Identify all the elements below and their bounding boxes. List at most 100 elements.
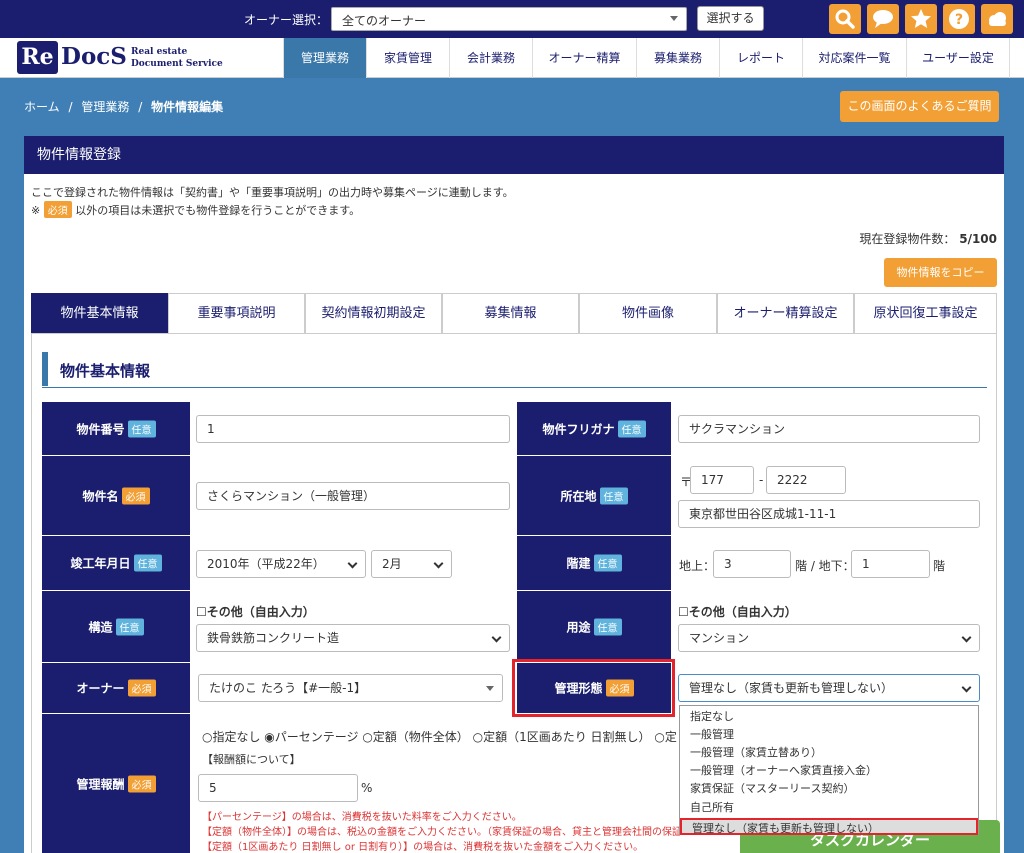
logo-subtitle-1: Real estate [131, 47, 188, 57]
nav-report[interactable]: レポート [719, 38, 802, 78]
fee-unit: % [361, 781, 373, 795]
breadcrumb-current: 物件情報編集 [151, 100, 224, 114]
bukken-name-input[interactable]: さくらマンション（一般管理） [196, 482, 510, 510]
fee-amount-input[interactable]: 5 [198, 774, 358, 802]
owner-select-label: オーナー選択： [244, 13, 329, 27]
label-floors: 階建 任意 [517, 536, 671, 590]
chevron-down-icon [670, 16, 678, 21]
main-header: Re DocS Real estate Document Service 管理業… [0, 38, 1024, 78]
help-icon[interactable]: ? [943, 4, 975, 34]
tab-owner-seisan[interactable]: オーナー精算設定 [717, 293, 854, 333]
owner-select[interactable]: 全てのオーナー [331, 7, 687, 31]
note-text: 以外の項目は未選択でも物件登録を行うことができます。 [75, 204, 361, 217]
nav-yachin-kanri[interactable]: 家賃管理 [366, 38, 449, 78]
tab-basic-info[interactable]: 物件基本情報 [31, 293, 168, 333]
breadcrumb-kanri[interactable]: 管理業務 [81, 100, 129, 114]
fee-type-radios[interactable]: ○指定なし ◉パーセンテージ ○定額（物件全体） ○定額（1区画あたり 日割無し… [202, 728, 680, 745]
top-bar: オーナー選択： 全てのオーナー 選択する ? [0, 0, 1024, 38]
label-text: 物件番号 [76, 422, 125, 436]
label-text: 所在地 [560, 489, 597, 503]
registered-count: 現在登録物件数： 5/100 [859, 230, 997, 247]
usage-other-checkbox[interactable]: ☐その他（自由入力） [678, 603, 797, 620]
nav-owner-seisan[interactable]: オーナー精算 [532, 38, 636, 78]
mgmt-option[interactable]: 一般管理（家賃立替あり） [690, 744, 822, 760]
mgmt-type-select[interactable]: 管理なし（家賃も更新も管理しない） [678, 674, 980, 702]
address-input[interactable]: 東京都世田谷区成城1-11-1 [678, 500, 980, 528]
chevron-down-icon [961, 632, 972, 643]
mgmt-option-selected[interactable]: 管理なし（家賃も更新も管理しない） [680, 818, 978, 835]
nav-user-settings[interactable]: ユーザー設定 [906, 38, 1010, 78]
count-label: 現在登録物件数： [859, 232, 956, 246]
label-furigana: 物件フリガナ 任意 [517, 402, 671, 455]
fee-note-fixed-unit: 【定額（1区画あたり 日割無し or 日割有り）】の場合は、消費税を抜いた金額を… [202, 842, 644, 853]
usage-select[interactable]: マンション [678, 624, 980, 652]
tab-boshu-info[interactable]: 募集情報 [442, 293, 579, 333]
nav-taiou-anken[interactable]: 対応案件一覧 [802, 38, 906, 78]
section-bar [42, 352, 48, 386]
mgmt-option[interactable]: 家賃保証（マスターリース契約） [690, 780, 854, 796]
label-text: 構造 [88, 620, 113, 634]
usage-value: マンション [689, 631, 750, 645]
mgmt-option[interactable]: 一般管理 [690, 726, 734, 742]
tab-keiyaku-shoki[interactable]: 契約情報初期設定 [305, 293, 442, 333]
chevron-down-icon [486, 686, 494, 691]
label-bukken-name: 物件名 必須 [42, 456, 190, 535]
furigana-input[interactable]: サクラマンション [678, 415, 980, 443]
label-built-date: 竣工年月日 任意 [42, 536, 190, 590]
floors-suffix: 階 [933, 559, 946, 573]
built-year-value: 2010年（平成22年） [207, 557, 325, 571]
required-badge: 必須 [43, 201, 72, 218]
label-text: 物件名 [82, 489, 119, 503]
label-text: 竣工年月日 [70, 556, 131, 571]
label-address: 所在地 任意 [517, 456, 671, 535]
label-structure: 構造 任意 [42, 591, 190, 662]
label-text: 管理報酬 [76, 777, 125, 791]
owner-field-select[interactable]: たけのこ たろう【#一般-1】 [198, 674, 503, 702]
mgmt-option[interactable]: 自己所有 [690, 799, 734, 815]
logo-docs: DocS [61, 43, 127, 70]
owner-select-value: 全てのオーナー [342, 14, 427, 28]
logo-subtitle-2: Document Service [131, 59, 223, 69]
faq-button[interactable]: この画面のよくあるご質問 [840, 91, 999, 122]
star-icon[interactable] [905, 4, 937, 34]
label-bukken-no: 物件番号 任意 [42, 402, 190, 455]
structure-select[interactable]: 鉄骨鉄筋コンクリート造 [196, 624, 510, 652]
search-icon[interactable] [829, 4, 861, 34]
structure-value: 鉄骨鉄筋コンクリート造 [207, 631, 340, 645]
copy-property-button[interactable]: 物件情報をコピー [884, 258, 997, 287]
mgmt-type-dropdown: 指定なし 一般管理 一般管理（家賃立替あり） 一般管理（オーナーへ家賃直接入金）… [679, 705, 979, 835]
floors-below-input[interactable]: 1 [851, 550, 930, 578]
built-month-value: 2月 [382, 557, 402, 571]
breadcrumb-sep: / [138, 100, 143, 114]
mgmt-option[interactable]: 指定なし [690, 708, 734, 724]
cloud-icon[interactable] [981, 4, 1013, 34]
select-owner-button[interactable]: 選択する [697, 6, 764, 31]
structure-other-checkbox[interactable]: ☐その他（自由入力） [196, 603, 315, 620]
nav-kanri-gyomu[interactable]: 管理業務 [283, 38, 366, 78]
chevron-down-icon [491, 632, 502, 643]
fee-note-fixed-total: 【定額（物件全体）】の場合は、税込の金額をご入力ください。（家賃保証の場合、貸主… [202, 827, 680, 838]
tab-genjo-kaifuku[interactable]: 原状回復工事設定 [854, 293, 997, 333]
nav-kaikei-gyomu[interactable]: 会計業務 [449, 38, 532, 78]
required-badge: 必須 [121, 487, 150, 504]
fee-note-percentage: 【パーセンテージ】の場合は、消費税を抜いた料率をご入力ください。 [202, 812, 522, 823]
tab-juyo-jiko[interactable]: 重要事項説明 [168, 293, 305, 333]
zip2-input[interactable]: 2222 [766, 466, 846, 494]
bukken-no-input[interactable]: 1 [196, 415, 510, 443]
nav-boshu-gyomu[interactable]: 募集業務 [636, 38, 719, 78]
mgmt-option-selected-label: 管理なし（家賃も更新も管理しない） [692, 822, 879, 835]
optional-badge: 任意 [593, 618, 622, 635]
label-text: 用途 [566, 620, 591, 634]
mgmt-option[interactable]: 一般管理（オーナーへ家賃直接入金） [690, 762, 877, 778]
tab-bukken-gazo[interactable]: 物件画像 [579, 293, 717, 333]
note-mark: ※ [31, 204, 41, 217]
breadcrumb-home[interactable]: ホーム [24, 100, 60, 114]
label-text: 物件フリガナ [542, 422, 615, 436]
built-month-select[interactable]: 2月 [371, 550, 452, 578]
floors-above-input[interactable]: 3 [713, 550, 791, 578]
optional-badge: 任意 [115, 618, 144, 635]
optional-badge: 任意 [599, 487, 628, 504]
chat-icon[interactable] [867, 4, 899, 34]
built-year-select[interactable]: 2010年（平成22年） [196, 550, 366, 578]
zip1-input[interactable]: 177 [690, 466, 754, 494]
